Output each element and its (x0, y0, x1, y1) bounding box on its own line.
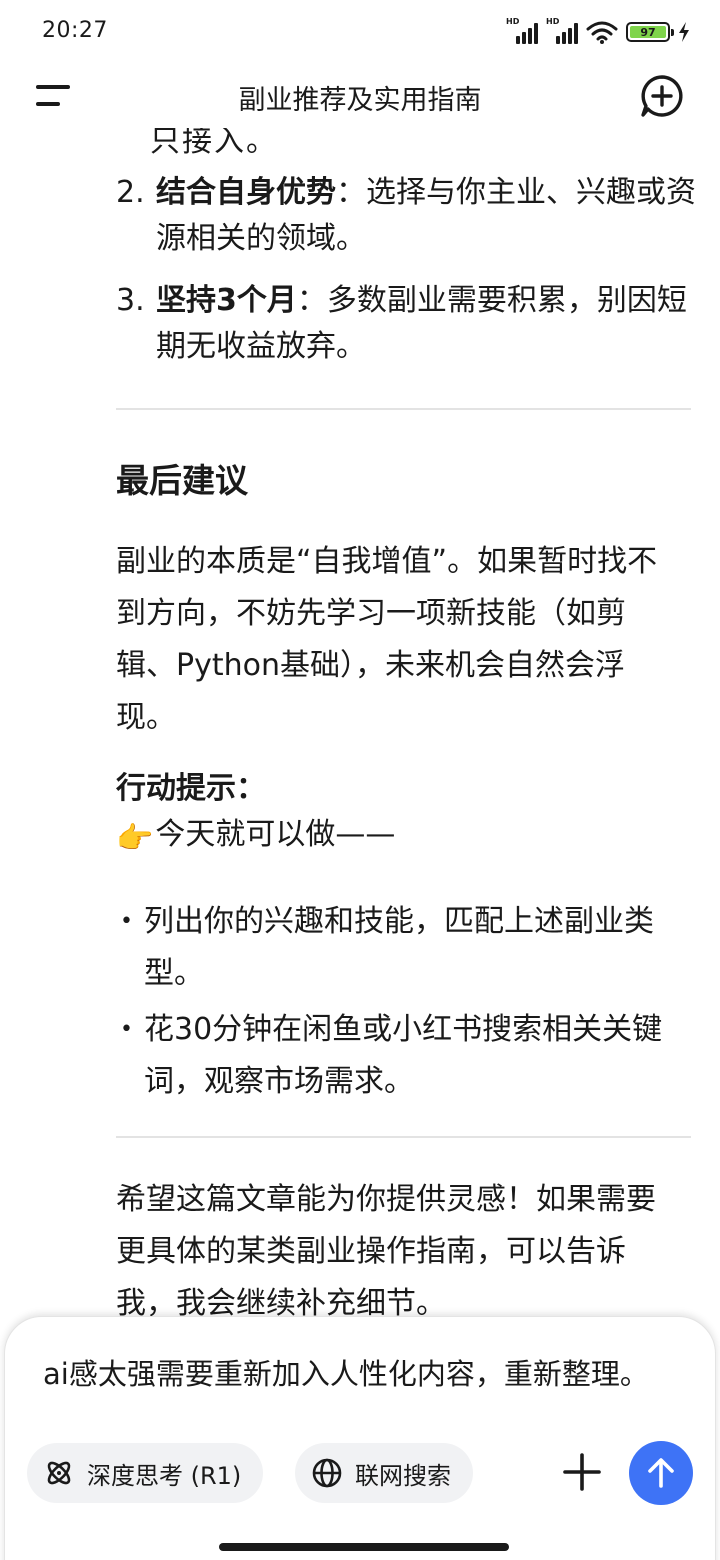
deep-think-toggle[interactable]: 深度思考 (R1) (27, 1443, 264, 1503)
bullet-list-item: • 列出你的兴趣和技能，匹配上述副业类型。 (116, 896, 686, 1000)
message-input[interactable]: ai感太强需要重新加入人性化内容，重新整理。 (43, 1351, 649, 1393)
arrow-up-icon (648, 1458, 674, 1488)
list-item-bold: 坚持3个月 (156, 283, 297, 318)
bullet-text: 花30分钟在闲鱼或小红书搜索相关关键词，观察市场需求。 (144, 1012, 663, 1099)
home-indicator[interactable] (219, 1543, 509, 1551)
numbered-list-item: 2. 结合自身优势：选择与你主业、兴趣或资源相关的领域。 (116, 170, 696, 262)
status-time: 20:27 (42, 18, 108, 43)
pointing-hand-icon: 👉 (116, 821, 154, 856)
action-line-text: 今天就可以做—— (155, 817, 396, 852)
numbered-list-item: 3. 坚持3个月：多数副业需要积累，别因短期无收益放弃。 (116, 278, 696, 370)
chat-screen: 20:27 HD HD 97 副业推荐及实用指南 只接入。 2. 结合自身优势：… (0, 0, 720, 1560)
attach-plus-button[interactable] (561, 1451, 603, 1493)
bullet-dot: • (120, 909, 133, 934)
bullet-text: 列出你的兴趣和技能，匹配上述副业类型。 (144, 904, 654, 991)
list-number: 2. (116, 175, 145, 210)
chat-input-panel: ai感太强需要重新加入人性化内容，重新整理。 深度思考 (R1) 联网搜索 (4, 1316, 716, 1560)
wifi-icon (586, 21, 618, 44)
battery-icon: 97 (626, 22, 674, 42)
battery-level: 97 (630, 26, 666, 39)
globe-icon (312, 1458, 342, 1488)
status-icons: HD HD 97 (506, 17, 690, 44)
send-button[interactable] (629, 1441, 693, 1505)
message-content: 只接入。 2. 结合自身优势：选择与你主业、兴趣或资源相关的领域。 3. 坚持3… (0, 100, 720, 1330)
bullet-dot: • (120, 1017, 133, 1042)
atom-icon (47, 1461, 71, 1485)
deep-think-label: 深度思考 (R1) (87, 1461, 242, 1490)
app-header: 副业推荐及实用指南 (0, 66, 720, 128)
web-search-label: 联网搜索 (355, 1461, 451, 1490)
final-paragraph: 副业的本质是“自我增值”。如果暂时找不到方向，不妨先学习一项新技能（如剪辑、Py… (116, 544, 658, 735)
section-divider (116, 408, 691, 410)
status-bar: 20:27 HD HD 97 (0, 0, 720, 66)
section-heading: 最后建议 (116, 461, 248, 500)
action-line: 👉今天就可以做—— (116, 812, 395, 862)
action-title: 行动提示： (116, 771, 266, 806)
web-search-toggle[interactable]: 联网搜索 (295, 1443, 473, 1503)
section-divider (116, 1136, 691, 1138)
cell-signal-icon: HD (546, 17, 578, 44)
charging-bolt-icon (679, 22, 689, 42)
closing-paragraph: 希望这篇文章能为你提供灵感！如果需要更具体的某类副业操作指南，可以告诉我，我会继… (116, 1182, 656, 1321)
list-item-bold: 结合自身优势 (156, 175, 336, 210)
list-number: 3. (116, 283, 145, 318)
bullet-list-item: • 花30分钟在闲鱼或小红书搜索相关关键词，观察市场需求。 (116, 1004, 686, 1108)
page-title: 副业推荐及实用指南 (238, 85, 482, 116)
new-chat-button[interactable] (640, 74, 684, 118)
cell-signal-icon: HD (506, 17, 538, 44)
